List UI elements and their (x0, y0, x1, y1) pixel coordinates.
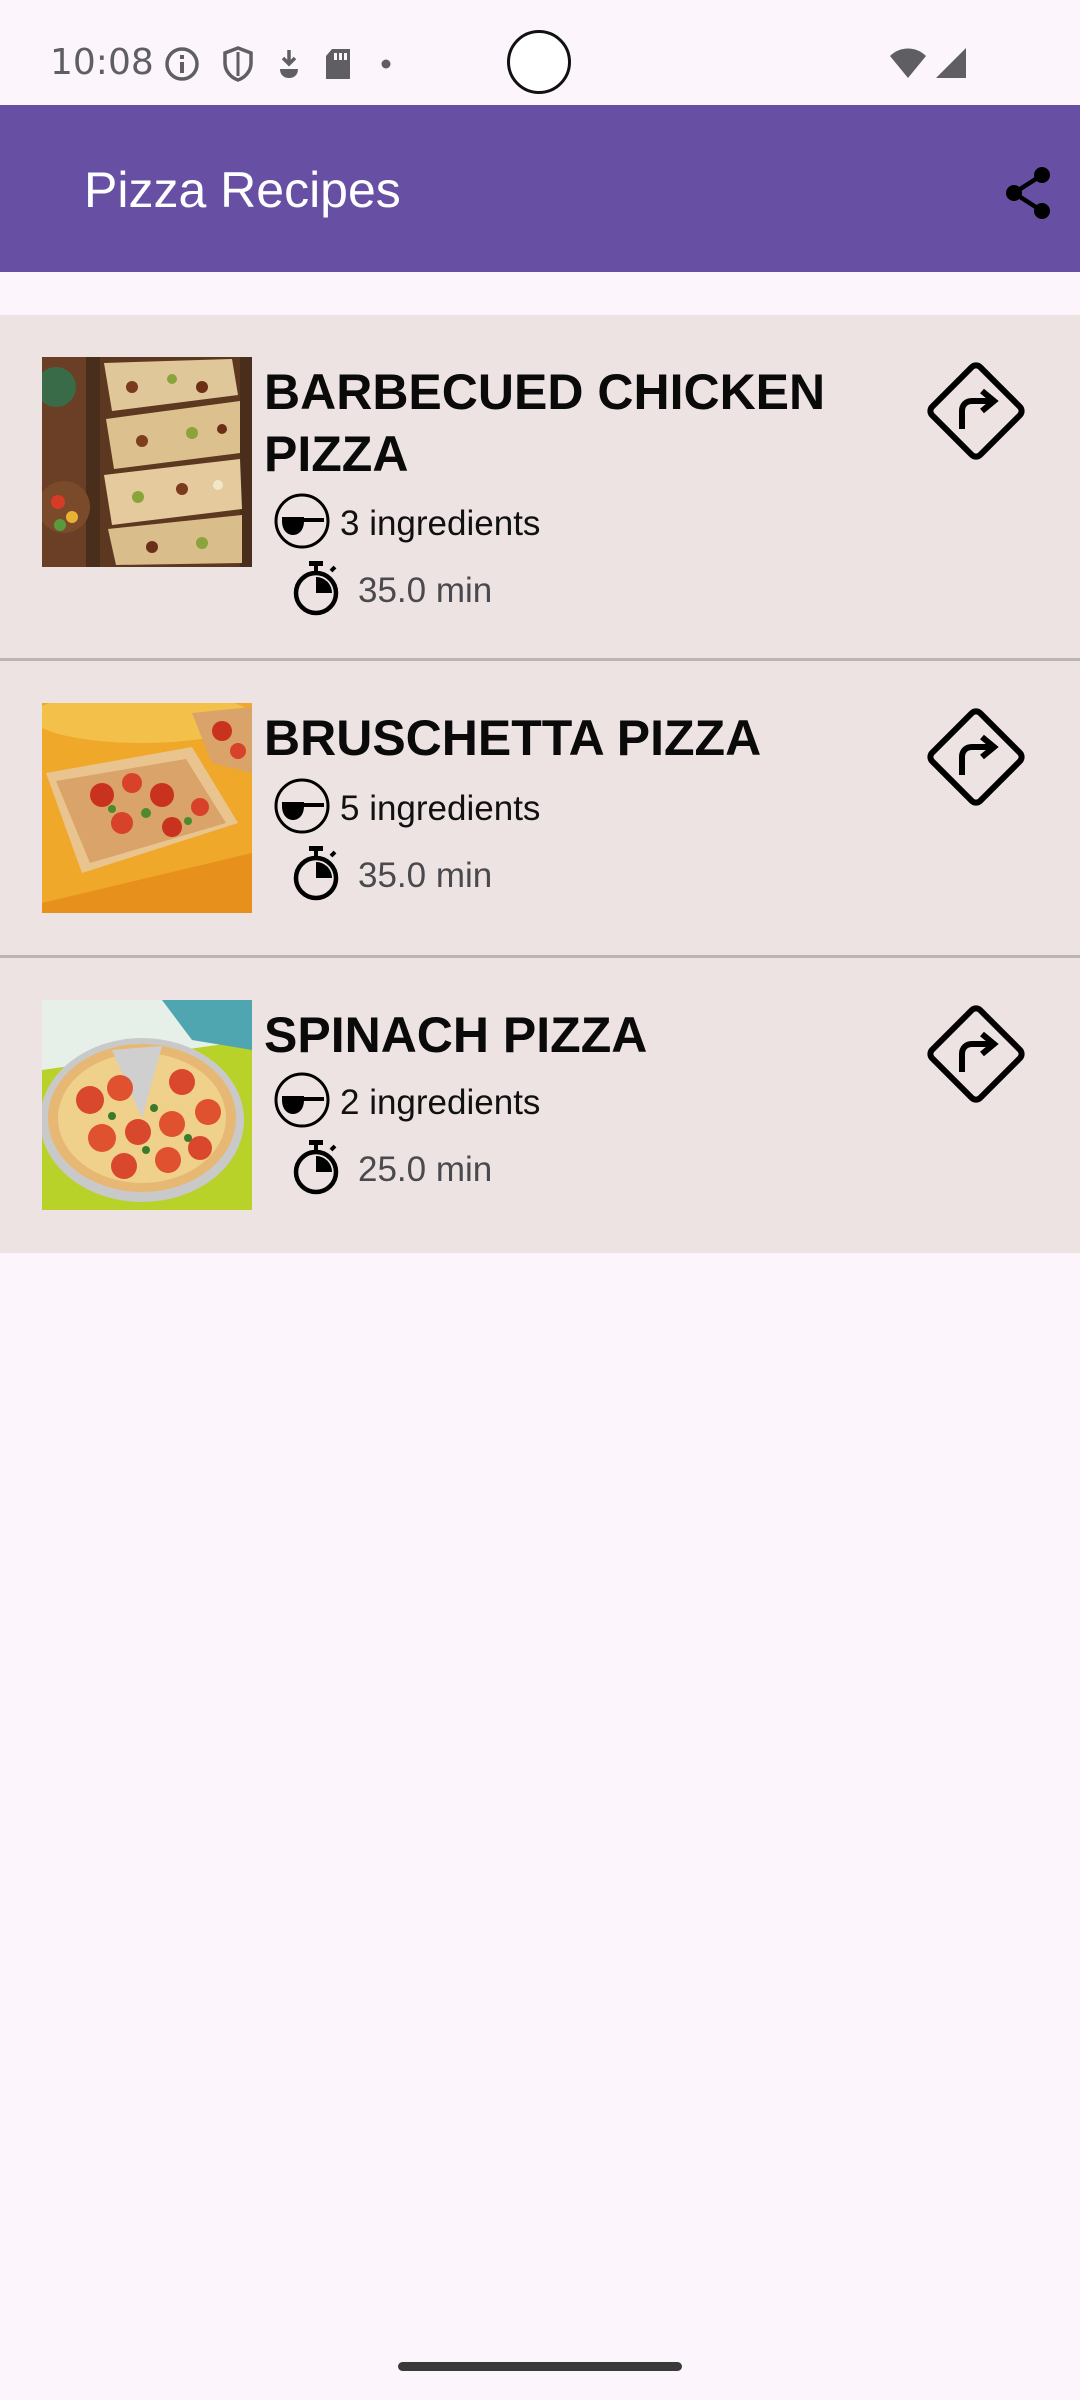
shield-icon (222, 46, 254, 82)
recipe-title: SPINACH PIZZA (264, 1007, 648, 1063)
info-icon (164, 46, 200, 82)
directions-button[interactable] (918, 355, 1034, 471)
status-icons (164, 44, 398, 84)
share-button[interactable] (988, 155, 1068, 235)
recipe-card[interactable]: SPINACH PIZZA 2 ingredients 25.0 min (0, 958, 1080, 1253)
ingredients-count: 3 ingredients (340, 503, 541, 543)
dot-icon (374, 52, 398, 76)
pot-icon (272, 776, 332, 841)
directions-button[interactable] (918, 998, 1034, 1114)
download-icon (276, 47, 302, 81)
recipe-list: BARBECUED CHICKEN PIZZA 3 ingredients 35… (0, 315, 1080, 1253)
signal-icons (888, 46, 968, 85)
cook-time: 25.0 min (358, 1149, 493, 1189)
pizza-thumbnail (42, 357, 252, 567)
cell-signal-icon (934, 46, 968, 85)
ingredients-row: 5 ingredients (272, 776, 540, 841)
turn-right-sign-icon (918, 353, 1034, 474)
turn-right-sign-icon (918, 996, 1034, 1117)
turn-right-sign-icon (918, 699, 1034, 820)
page-title: Pizza Recipes (84, 162, 401, 218)
time-row: 35.0 min (290, 844, 492, 907)
pot-icon (272, 1070, 332, 1135)
cook-time: 35.0 min (358, 855, 493, 895)
share-icon (1002, 165, 1054, 226)
pizza-thumbnail (42, 1000, 252, 1210)
camera-cutout (507, 30, 571, 94)
recipe-card[interactable]: BRUSCHETTA PIZZA 5 ingredients 35.0 min (0, 661, 1080, 958)
status-bar: 10:08 (0, 0, 1080, 105)
time-row: 35.0 min (290, 559, 492, 622)
time-row: 25.0 min (290, 1138, 492, 1201)
ingredients-count: 2 ingredients (340, 1082, 541, 1122)
timer-icon (290, 559, 342, 622)
recipe-title: BRUSCHETTA PIZZA (264, 710, 762, 766)
recipe-title: BARBECUED CHICKEN PIZZA (264, 364, 826, 482)
ingredients-row: 3 ingredients (272, 491, 540, 556)
timer-icon (290, 1138, 342, 1201)
timer-icon (290, 844, 342, 907)
recipe-card[interactable]: BARBECUED CHICKEN PIZZA 3 ingredients 35… (0, 315, 1080, 661)
ingredients-row: 2 ingredients (272, 1070, 540, 1135)
status-time: 10:08 (50, 42, 154, 83)
sd-card-icon (324, 47, 352, 81)
gesture-nav-handle[interactable] (398, 2362, 682, 2371)
pizza-thumbnail (42, 703, 252, 913)
ingredients-count: 5 ingredients (340, 788, 541, 828)
directions-button[interactable] (918, 701, 1034, 817)
cook-time: 35.0 min (358, 570, 493, 610)
pot-icon (272, 491, 332, 556)
app-bar: Pizza Recipes (0, 105, 1080, 272)
wifi-icon (888, 46, 928, 85)
